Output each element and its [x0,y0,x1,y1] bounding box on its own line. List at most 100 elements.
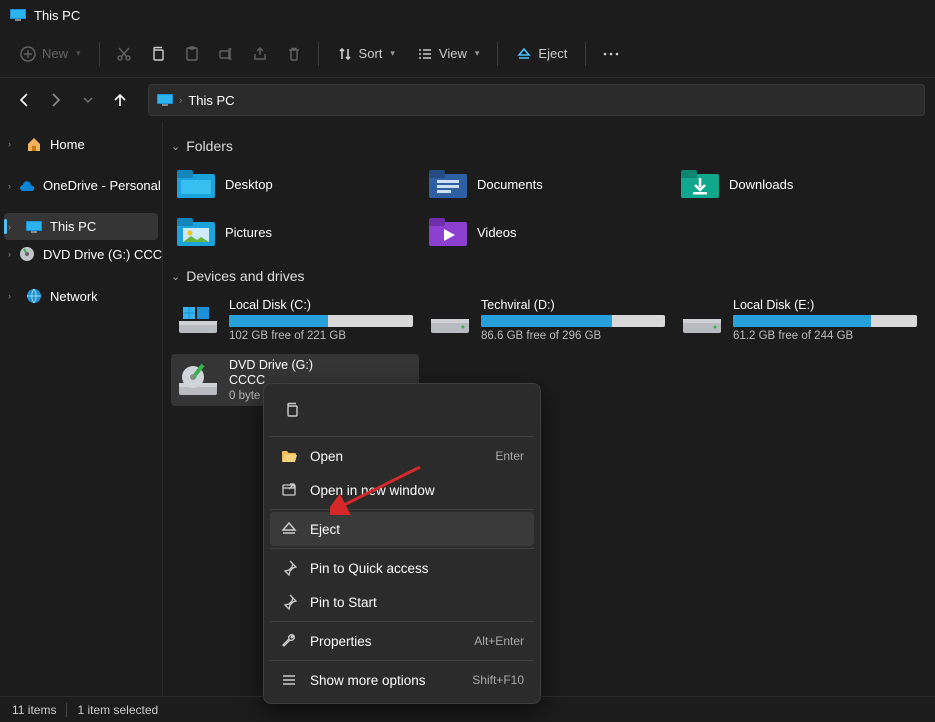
drive-local-e[interactable]: Local Disk (E:) 61.2 GB free of 244 GB [675,294,923,346]
drive-icon [177,304,219,336]
chevron-right-icon: › [179,95,182,106]
copy-button[interactable] [142,40,174,68]
ctx-open[interactable]: Open Enter [270,439,534,473]
back-button[interactable] [10,86,38,114]
sidebar-item-dvd[interactable]: › DVD Drive (G:) CCCC [0,240,162,268]
folder-label: Videos [477,225,517,240]
folder-videos[interactable]: Videos [423,212,671,252]
sort-button[interactable]: Sort ▾ [327,40,405,68]
trash-icon [286,46,302,62]
folder-label: Pictures [225,225,272,240]
ctx-pin-start[interactable]: Pin to Start [270,585,534,619]
titlebar: This PC [0,0,935,30]
separator [270,436,534,437]
chevron-down-icon: ⌄ [171,140,180,153]
section-drives-header[interactable]: ⌄ Devices and drives [171,268,927,284]
this-pc-icon [157,94,173,106]
folder-icon [681,168,719,200]
folder-desktop[interactable]: Desktop [171,164,419,204]
copy-icon [150,46,166,62]
folder-downloads[interactable]: Downloads [675,164,923,204]
address-segment[interactable]: This PC [188,93,234,108]
chevron-right-icon: › [8,291,18,301]
ctx-label: Pin to Quick access [310,561,524,576]
drive-usage-bar [733,315,917,327]
ctx-accel: Enter [495,449,524,463]
recent-dropdown[interactable] [74,86,102,114]
pin-icon [280,559,298,577]
ctx-properties[interactable]: Properties Alt+Enter [270,624,534,658]
drive-usage-bar [481,315,665,327]
section-folders-header[interactable]: ⌄ Folders [171,138,927,154]
new-button[interactable]: New ▾ [10,40,91,68]
drive-name: DVD Drive (G:) [229,358,413,372]
drive-icon [681,304,723,336]
paste-button[interactable] [176,40,208,68]
drive-techviral-d[interactable]: Techviral (D:) 86.6 GB free of 296 GB [423,294,671,346]
plus-circle-icon [20,46,36,62]
ctx-label: Pin to Start [310,595,524,610]
cloud-icon [19,180,35,192]
chevron-right-icon: › [8,249,11,259]
ctx-label: Open in new window [310,483,524,498]
rename-icon [218,46,234,62]
separator [99,42,100,66]
rename-button[interactable] [210,40,242,68]
ctx-label: Eject [310,522,524,537]
pin-icon [280,593,298,611]
home-icon [26,136,42,152]
sidebar-item-label: Home [50,137,85,152]
more-button[interactable] [594,40,628,68]
ctx-more-options[interactable]: Show more options Shift+F10 [270,663,534,697]
sidebar-item-onedrive[interactable]: › OneDrive - Personal [0,172,162,199]
folders-grid: Desktop Documents Downloads Pictures Vid… [171,164,927,252]
ellipsis-icon [602,46,620,62]
new-label: New [42,46,68,61]
status-item-count: 11 items [12,703,56,717]
scissors-icon [116,46,132,62]
window-title: This PC [34,8,80,23]
eject-button[interactable]: Eject [506,40,577,68]
chevron-right-icon: › [8,181,11,191]
ctx-copy-button[interactable] [274,394,310,426]
sort-icon [337,46,353,62]
sidebar-item-label: This PC [50,219,96,234]
folder-pictures[interactable]: Pictures [171,212,419,252]
drive-name: Local Disk (E:) [733,298,917,312]
up-button[interactable] [106,86,134,114]
ctx-pin-quick[interactable]: Pin to Quick access [270,551,534,585]
share-icon [252,46,268,62]
sidebar-item-home[interactable]: › Home [0,130,162,158]
separator [270,621,534,622]
context-menu: Open Enter Open in new window Eject Pin … [263,383,541,704]
drive-icon [429,304,471,336]
drive-local-c[interactable]: Local Disk (C:) 102 GB free of 221 GB [171,294,419,346]
disc-icon [19,246,35,262]
separator [318,42,319,66]
share-button[interactable] [244,40,276,68]
status-bar: 11 items 1 item selected [0,696,935,722]
folder-open-icon [280,447,298,465]
separator [270,509,534,510]
sidebar-item-label: OneDrive - Personal [43,178,161,193]
sidebar-item-thispc[interactable]: › This PC [4,213,158,240]
ctx-label: Properties [310,634,462,649]
ctx-accel: Shift+F10 [472,673,524,687]
folder-documents[interactable]: Documents [423,164,671,204]
separator [585,42,586,66]
cut-button[interactable] [108,40,140,68]
chevron-down-icon: ⌄ [171,270,180,283]
delete-button[interactable] [278,40,310,68]
ctx-label: Open [310,449,483,464]
folder-label: Desktop [225,177,273,192]
sidebar-item-network[interactable]: › Network [0,282,162,310]
separator [270,660,534,661]
ctx-eject[interactable]: Eject [270,512,534,546]
chevron-right-icon: › [8,139,18,149]
ctx-open-new-window[interactable]: Open in new window [270,473,534,507]
view-button[interactable]: View ▾ [407,40,489,68]
chevron-down-icon: ▾ [390,48,395,59]
address-bar[interactable]: › This PC [148,84,925,116]
forward-button[interactable] [42,86,70,114]
folder-icon [177,216,215,248]
